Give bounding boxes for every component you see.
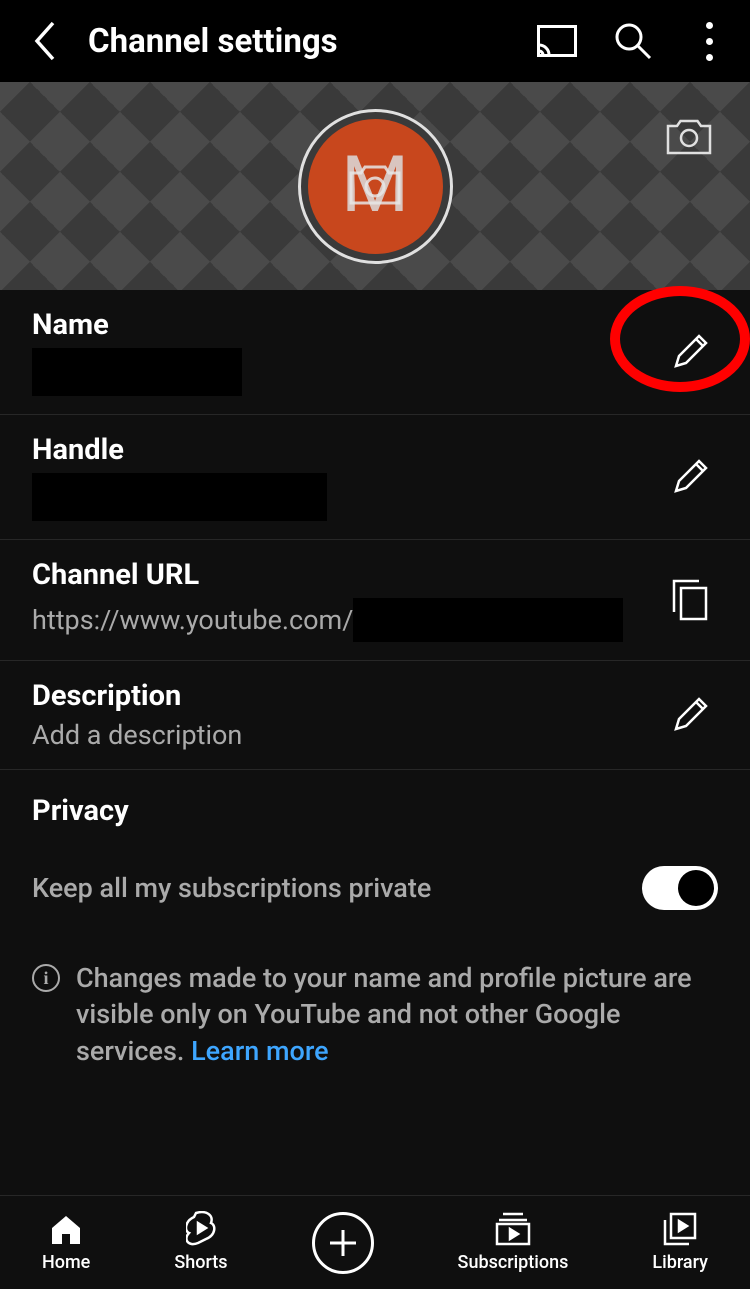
nav-shorts-label: Shorts bbox=[174, 1252, 227, 1273]
edit-description-button[interactable] bbox=[660, 695, 720, 735]
avatar-circle: M bbox=[308, 119, 443, 254]
back-button[interactable] bbox=[20, 20, 70, 62]
url-value: https://www.youtube.com/ bbox=[32, 598, 660, 642]
copy-url-button[interactable] bbox=[660, 579, 720, 621]
nav-library[interactable]: Library bbox=[652, 1212, 708, 1273]
nav-shorts[interactable]: Shorts bbox=[174, 1212, 227, 1273]
edit-banner-button[interactable] bbox=[666, 117, 712, 159]
avatar[interactable]: M bbox=[298, 109, 453, 264]
name-label: Name bbox=[32, 308, 660, 342]
pencil-icon bbox=[670, 332, 710, 372]
chevron-left-icon bbox=[33, 21, 57, 61]
url-label: Channel URL bbox=[32, 558, 660, 592]
plus-icon bbox=[312, 1212, 374, 1274]
subs-private-toggle[interactable] bbox=[642, 866, 718, 910]
library-icon bbox=[663, 1212, 697, 1246]
search-button[interactable] bbox=[612, 20, 654, 62]
edit-handle-button[interactable] bbox=[660, 457, 720, 497]
subs-private-label: Keep all my subscriptions private bbox=[32, 872, 642, 904]
handle-value bbox=[32, 473, 660, 521]
redacted-block bbox=[353, 598, 623, 642]
url-prefix: https://www.youtube.com/ bbox=[32, 604, 353, 636]
copy-icon bbox=[672, 579, 708, 621]
home-icon bbox=[50, 1212, 82, 1246]
page-title: Channel settings bbox=[88, 22, 536, 61]
bottom-nav: Home Shorts Subscriptions Library bbox=[0, 1195, 750, 1289]
learn-more-link[interactable]: Learn more bbox=[191, 1035, 328, 1067]
row-handle: Handle bbox=[0, 415, 750, 540]
nav-subscriptions[interactable]: Subscriptions bbox=[458, 1212, 569, 1273]
info-note: i Changes made to your name and profile … bbox=[0, 940, 750, 1089]
description-placeholder: Add a description bbox=[32, 719, 660, 751]
more-vertical-icon bbox=[706, 22, 713, 61]
cast-button[interactable] bbox=[536, 20, 578, 62]
more-button[interactable] bbox=[688, 20, 730, 62]
description-label: Description bbox=[32, 679, 660, 713]
search-icon bbox=[614, 22, 652, 60]
channel-banner: M bbox=[0, 82, 750, 290]
redacted-block bbox=[32, 348, 242, 396]
header-actions bbox=[536, 20, 730, 62]
edit-name-button[interactable] bbox=[660, 332, 720, 372]
info-text: Changes made to your name and profile pi… bbox=[76, 960, 718, 1069]
redacted-block bbox=[32, 473, 327, 521]
info-icon: i bbox=[32, 964, 60, 992]
info-body: Changes made to your name and profile pi… bbox=[76, 962, 692, 1067]
nav-library-label: Library bbox=[652, 1252, 708, 1273]
nav-create[interactable] bbox=[312, 1212, 374, 1274]
pencil-icon bbox=[670, 695, 710, 735]
shorts-icon bbox=[186, 1212, 216, 1246]
name-value bbox=[32, 348, 660, 396]
cast-icon bbox=[537, 25, 577, 57]
nav-home-label: Home bbox=[42, 1252, 90, 1273]
row-url: Channel URL https://www.youtube.com/ bbox=[0, 540, 750, 661]
pencil-icon bbox=[670, 457, 710, 497]
camera-icon bbox=[666, 117, 712, 155]
row-description: Description Add a description bbox=[0, 661, 750, 770]
subscriptions-icon bbox=[495, 1212, 531, 1246]
app-header: Channel settings bbox=[0, 0, 750, 82]
handle-label: Handle bbox=[32, 433, 660, 467]
row-name: Name bbox=[0, 290, 750, 415]
privacy-section-title: Privacy bbox=[0, 770, 750, 836]
toggle-knob bbox=[678, 870, 714, 906]
camera-icon bbox=[349, 163, 401, 209]
row-subs-private: Keep all my subscriptions private bbox=[0, 836, 750, 940]
nav-home[interactable]: Home bbox=[42, 1212, 90, 1273]
nav-subs-label: Subscriptions bbox=[458, 1252, 569, 1273]
